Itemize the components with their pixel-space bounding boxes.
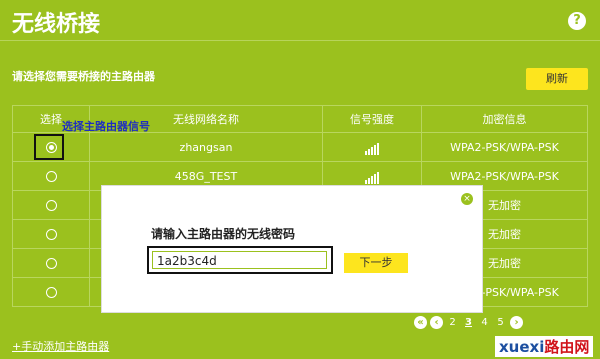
- password-highlight: 1a2b3c4d: [147, 246, 333, 274]
- watermark-text-cn: 路由网: [544, 338, 590, 356]
- prev-page-icon[interactable]: ‹: [430, 316, 443, 329]
- annotation-label: 选择主路由器信号: [62, 120, 150, 133]
- signal-strength-icon: [364, 142, 380, 155]
- security-cell: WPA2-PSK/WPA-PSK: [421, 132, 588, 162]
- col-security-header: 加密信息: [421, 105, 588, 133]
- close-icon[interactable]: ×: [461, 193, 473, 205]
- radio-button[interactable]: [45, 229, 57, 240]
- refresh-button[interactable]: 刷新: [526, 68, 588, 90]
- page-4[interactable]: 4: [478, 316, 491, 329]
- signal-strength-icon: [364, 171, 380, 184]
- signal-cell: [322, 132, 422, 162]
- dialog-title: 请输入主路由器的无线密码: [151, 227, 296, 241]
- radio-button[interactable]: [45, 171, 57, 182]
- manual-add-router-link[interactable]: +手动添加主路由器: [12, 338, 109, 354]
- radio-cell: [12, 219, 90, 249]
- selected-radio-highlight: [34, 134, 64, 160]
- page-2[interactable]: 2: [446, 316, 459, 329]
- first-page-icon[interactable]: «: [414, 316, 427, 329]
- password-field[interactable]: 1a2b3c4d: [152, 251, 327, 269]
- col-signal-header: 信号强度: [322, 105, 422, 133]
- page-title: 无线桥接: [12, 12, 101, 37]
- table-row[interactable]: zhangsan WPA2-PSK/WPA-PSK: [12, 132, 588, 162]
- password-dialog: × 请输入主路由器的无线密码 1a2b3c4d 下一步: [101, 185, 483, 313]
- page-5[interactable]: 5: [494, 316, 507, 329]
- page-3[interactable]: 3: [462, 316, 475, 329]
- watermark-text: xuexi: [499, 338, 545, 356]
- help-icon[interactable]: ?: [568, 12, 586, 30]
- pagination: «‹ 2 3 4 5 ›: [414, 316, 526, 334]
- watermark: xuexi路由网: [495, 336, 594, 357]
- select-router-prompt: 请选择您需要桥接的主路由器: [12, 70, 155, 83]
- next-page-icon[interactable]: ›: [510, 316, 523, 329]
- ssid-cell: zhangsan: [89, 132, 323, 162]
- radio-cell: [12, 161, 90, 191]
- radio-cell: [12, 277, 90, 307]
- radio-button[interactable]: [45, 287, 57, 298]
- radio-cell: [12, 190, 90, 220]
- header-divider: [0, 40, 600, 41]
- radio-cell: [12, 248, 90, 278]
- radio-button[interactable]: [45, 258, 57, 269]
- radio-button[interactable]: [45, 200, 57, 211]
- next-button[interactable]: 下一步: [344, 253, 408, 273]
